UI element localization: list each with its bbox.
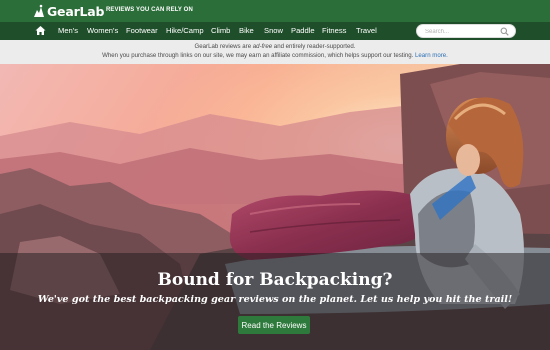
nav-item-climb[interactable]: Climb bbox=[211, 26, 230, 35]
disclosure-text-a: GearLab reviews are bbox=[194, 43, 253, 50]
disclosure-text-b: and entirely reader-supported. bbox=[272, 43, 356, 50]
learn-more-link[interactable]: Learn more. bbox=[415, 52, 448, 59]
logo-mark-icon bbox=[34, 4, 44, 17]
top-bar: GearLab REVIEWS YOU CAN RELY ON bbox=[0, 0, 550, 22]
hero-banner: Bound for Backpacking? We've got the bes… bbox=[0, 64, 550, 350]
search-icon[interactable] bbox=[500, 27, 509, 36]
search-input[interactable] bbox=[425, 26, 503, 37]
search-box bbox=[416, 24, 516, 38]
logo-text: GearLab bbox=[47, 3, 105, 19]
logo[interactable]: GearLab bbox=[33, 3, 104, 19]
hero-title: Bound for Backpacking? bbox=[157, 270, 393, 290]
disclosure-line-2: When you purchase through links on our s… bbox=[0, 52, 550, 61]
read-reviews-button[interactable]: Read the Reviews bbox=[238, 316, 310, 334]
nav-item-bike[interactable]: Bike bbox=[239, 26, 254, 35]
nav-item-footwear[interactable]: Footwear bbox=[126, 26, 158, 35]
nav-item-womens[interactable]: Women's bbox=[87, 26, 118, 35]
nav-item-travel[interactable]: Travel bbox=[356, 26, 377, 35]
disclosure-line-1: GearLab reviews are ad-free and entirely… bbox=[0, 43, 550, 52]
hero-subtitle: We've got the best backpacking gear revi… bbox=[37, 294, 513, 305]
disclosure-ad-free: ad-free bbox=[252, 43, 273, 50]
home-icon[interactable] bbox=[35, 25, 46, 36]
nav-item-fitness[interactable]: Fitness bbox=[322, 26, 346, 35]
affiliate-disclosure: GearLab reviews are ad-free and entirely… bbox=[0, 40, 550, 64]
main-nav: Men's Women's Footwear Hike/Camp Climb B… bbox=[0, 22, 550, 40]
nav-item-mens[interactable]: Men's bbox=[58, 26, 78, 35]
nav-item-hike-camp[interactable]: Hike/Camp bbox=[166, 26, 204, 35]
nav-item-snow[interactable]: Snow bbox=[264, 26, 283, 35]
tagline: REVIEWS YOU CAN RELY ON bbox=[106, 7, 193, 13]
disclosure-text-c: When you purchase through links on our s… bbox=[102, 51, 414, 59]
nav-item-paddle[interactable]: Paddle bbox=[291, 26, 315, 35]
